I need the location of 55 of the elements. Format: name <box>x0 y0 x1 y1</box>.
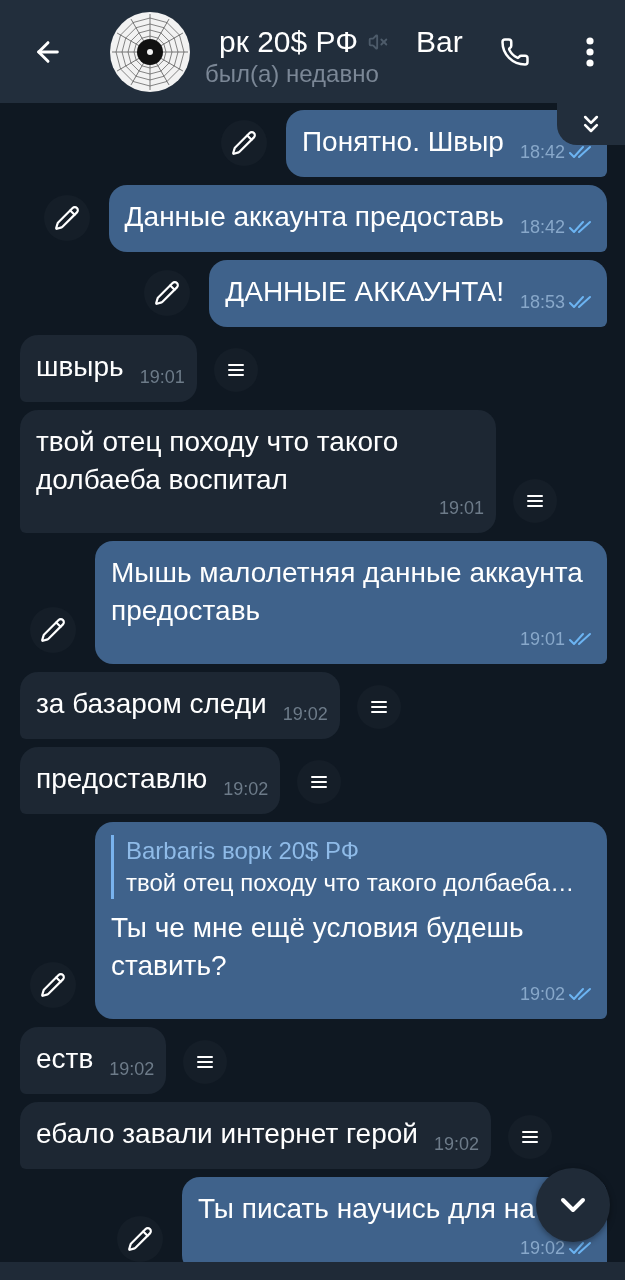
pencil-icon <box>40 617 66 643</box>
message-time: 19:02 <box>433 1135 479 1153</box>
message-time: 18:42 <box>519 143 565 161</box>
collapse-button[interactable] <box>557 103 625 145</box>
pencil-icon <box>127 1226 153 1252</box>
message-text: ДАННЫЕ АККАУНТА! <box>225 275 504 309</box>
message-time: 19:02 <box>109 1060 155 1078</box>
pencil-icon <box>40 972 66 998</box>
web-avatar-icon[interactable] <box>110 11 190 92</box>
message-text: ебало завали интернет герой <box>36 1117 418 1151</box>
menu-icon <box>369 700 388 714</box>
menu-button[interactable] <box>508 1115 552 1159</box>
message-text: твой отец походу что такого долбаеба воспитал <box>36 425 400 497</box>
message-text: Ты писать научись для на <box>198 1192 535 1226</box>
pencil-icon <box>230 130 257 156</box>
chat-title: Bar <box>416 23 463 60</box>
message-time: 18:53 <box>519 293 565 311</box>
phone-icon <box>500 36 530 67</box>
message-time: 19:02 <box>282 705 328 723</box>
message-time: 19:01 <box>519 630 565 648</box>
message-time: 19:01 <box>438 499 484 517</box>
menu-icon <box>526 494 544 508</box>
menu-icon <box>196 1055 215 1069</box>
message-time: 19:02 <box>519 985 565 1003</box>
message-text: за базаром следи <box>36 687 267 721</box>
message-text: Понятно. Швыр <box>301 125 504 159</box>
chat-title: рк 20$ РФ <box>219 23 358 60</box>
chat-status: был(а) недавно <box>205 59 380 88</box>
reply-author: Barbaris ворк 20$ РФ <box>126 836 361 866</box>
message-text: Мышь малолетняя данные аккаунта предоставь <box>111 556 584 628</box>
more-icon <box>586 36 594 67</box>
message-text: еств <box>36 1042 94 1076</box>
scroll-down-button[interactable] <box>536 1168 610 1242</box>
pencil-icon <box>154 280 181 306</box>
edit-button[interactable] <box>30 962 76 1008</box>
edit-button[interactable] <box>220 120 267 166</box>
menu-icon <box>310 775 329 789</box>
edit-button[interactable] <box>117 1216 163 1262</box>
menu-icon <box>226 363 245 377</box>
message-text: швырь <box>36 350 124 384</box>
message-time: 18:42 <box>519 218 565 236</box>
menu-button[interactable] <box>513 479 557 523</box>
edit-button[interactable] <box>144 270 191 316</box>
menu-icon <box>521 1130 539 1144</box>
pencil-icon <box>53 205 80 231</box>
message-time: 19:01 <box>139 368 185 386</box>
reply-text: твой отец походу что такого долбаеба… <box>126 868 576 898</box>
message-time: 19:02 <box>519 1239 565 1257</box>
reply-quote[interactable]: Barbaris ворк 20$ РФ твой отец походу что такого долбаеба… <box>111 835 595 899</box>
message-time: 19:02 <box>223 780 269 798</box>
message-text: Данные аккаунта предоставь <box>124 200 504 234</box>
message-text: предоставлю <box>36 762 208 796</box>
edit-button[interactable] <box>43 195 90 241</box>
message-text: Ты че мне ещё условия будешь ставить? <box>111 911 525 983</box>
edit-button[interactable] <box>30 607 76 653</box>
